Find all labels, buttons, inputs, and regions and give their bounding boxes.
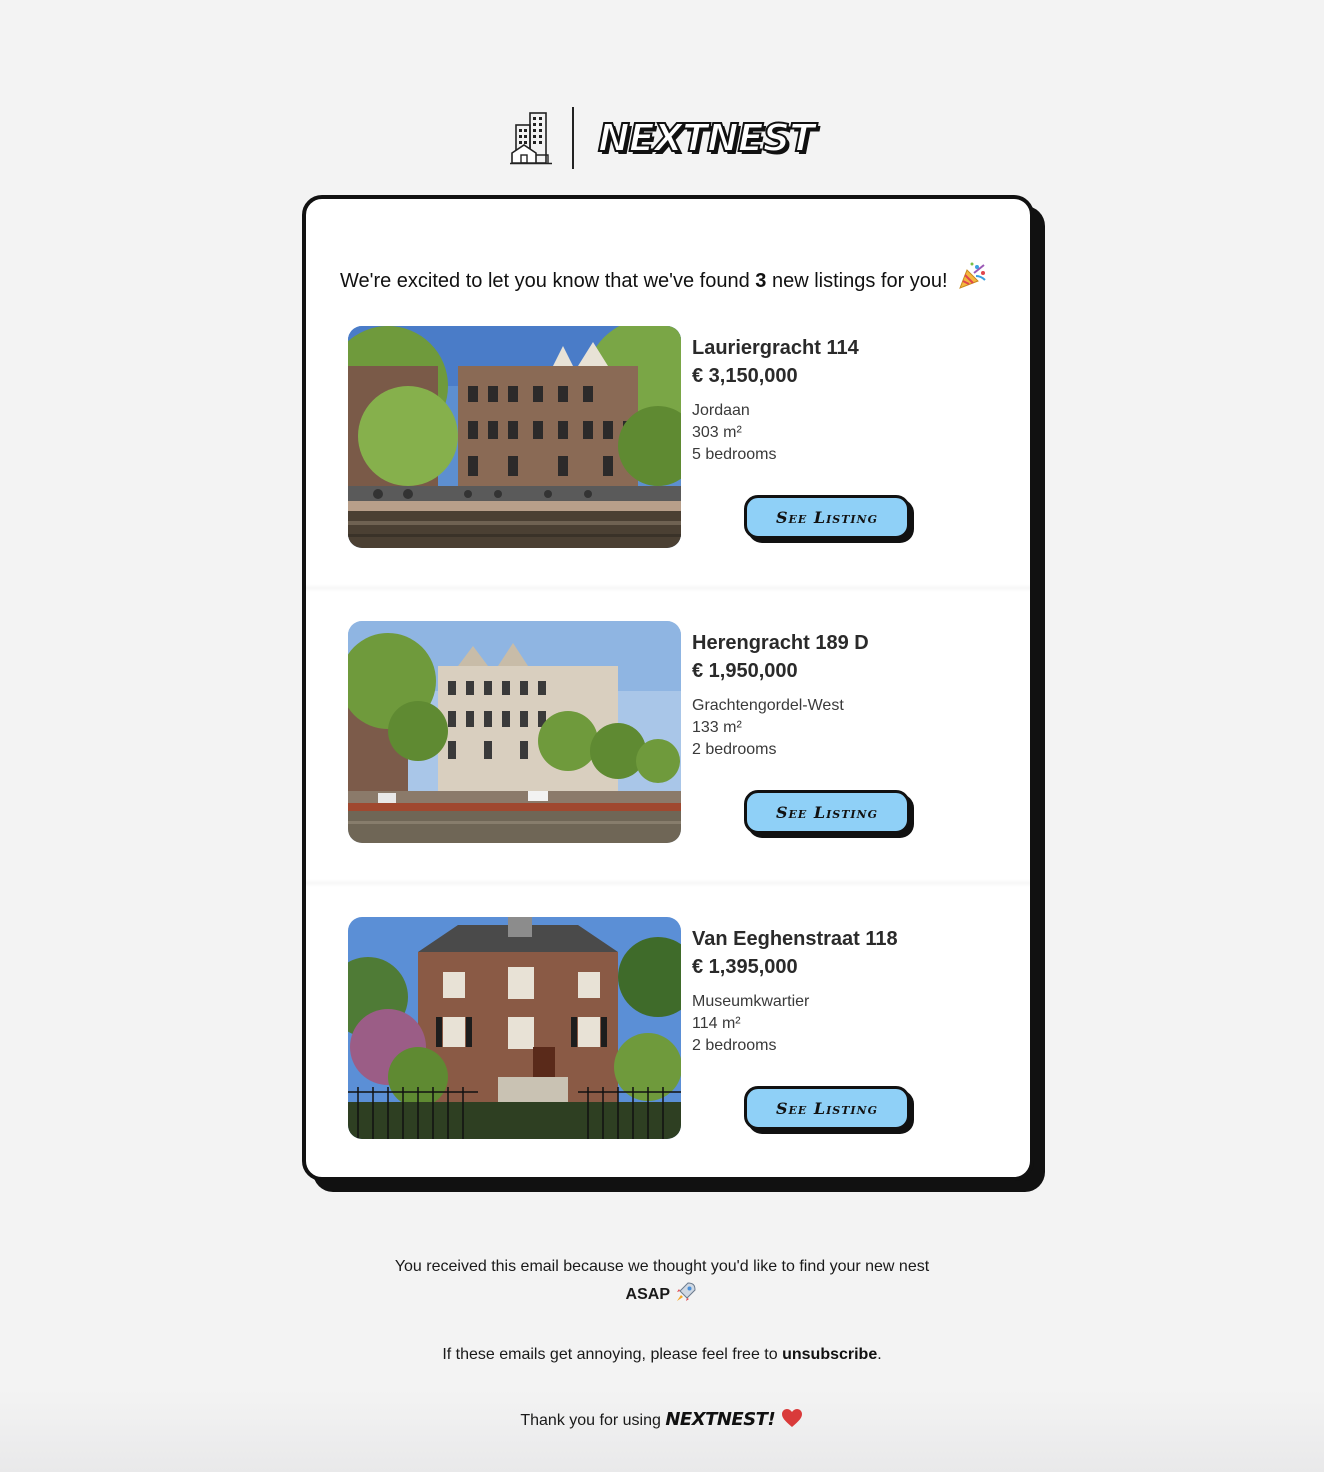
listing-neighborhood: Museumkwartier <box>692 993 810 1010</box>
footer-unsubscribe-line: If these emails get annoying, please fee… <box>0 1346 1324 1364</box>
listing-neighborhood: Grachtengordel-West <box>692 697 844 714</box>
email-header: NEXTNEST <box>0 104 1324 172</box>
intro-text: We're excited to let you know that we've… <box>340 261 1020 293</box>
listing-photo[interactable] <box>348 917 681 1139</box>
footer-brand: NEXTNEST! <box>665 1409 776 1430</box>
listing-photo[interactable] <box>348 326 681 548</box>
listing-address: Herengracht 189 D <box>692 632 869 654</box>
listing-price: € 3,150,000 <box>692 365 798 387</box>
heart-icon <box>781 1409 802 1427</box>
party-popper-icon <box>959 262 986 289</box>
footer-asap: ASAP <box>625 1286 670 1303</box>
see-listing-button-wrap: See Listing <box>744 1086 914 1134</box>
see-listing-button[interactable]: See Listing <box>744 495 910 539</box>
email-page: NEXTNEST We're excited to let you know t… <box>0 0 1324 1472</box>
listing-neighborhood: Jordaan <box>692 402 750 419</box>
see-listing-button-wrap: See Listing <box>744 495 914 543</box>
listing-card: Lauriergracht 114 € 3,150,000 Jordaan 30… <box>348 326 988 548</box>
listing-area: 114 m² <box>692 1015 741 1032</box>
footer-received-text: You received this email because we thoug… <box>394 1258 930 1275</box>
listing-divider <box>306 584 1030 592</box>
listing-info: Van Eeghenstraat 118 € 1,395,000 Museumk… <box>692 927 982 1057</box>
brand-logo: NEXTNEST <box>597 116 816 160</box>
listing-meta: Jordaan 303 m² 5 bedrooms <box>692 400 982 466</box>
listing-price: € 1,950,000 <box>692 660 798 682</box>
listing-bedrooms: 2 bedrooms <box>692 741 777 758</box>
rocket-icon <box>677 1282 696 1301</box>
footer-annoying-suffix: . <box>877 1346 882 1363</box>
listing-meta: Museumkwartier 114 m² 2 bedrooms <box>692 991 982 1057</box>
see-listing-button[interactable]: See Listing <box>744 1086 910 1130</box>
listing-area: 133 m² <box>692 719 742 736</box>
listing-divider <box>306 879 1030 887</box>
footer-asap-line: ASAP <box>0 1280 1324 1304</box>
unsubscribe-link[interactable]: unsubscribe <box>782 1346 877 1363</box>
footer-received: You received this email because we thoug… <box>0 1258 1324 1304</box>
intro-suffix: new listings for you! <box>771 270 948 292</box>
listing-card: Herengracht 189 D € 1,950,000 Grachtengo… <box>348 621 988 843</box>
listing-bedrooms: 2 bedrooms <box>692 1037 777 1054</box>
listing-info: Lauriergracht 114 € 3,150,000 Jordaan 30… <box>692 336 982 466</box>
listing-address: Van Eeghenstraat 118 <box>692 928 898 950</box>
listing-meta: Grachtengordel-West 133 m² 2 bedrooms <box>692 695 982 761</box>
footer-thanks-line: Thank you for using NEXTNEST! <box>0 1406 1324 1430</box>
bottom-fade <box>0 1390 1324 1472</box>
listing-card: Van Eeghenstraat 118 € 1,395,000 Museumk… <box>348 917 988 1139</box>
footer-annoying-prefix: If these emails get annoying, please fee… <box>442 1346 778 1363</box>
see-listing-button-wrap: See Listing <box>744 790 914 838</box>
listings-card: We're excited to let you know that we've… <box>302 195 1034 1181</box>
listing-price: € 1,395,000 <box>692 956 798 978</box>
listing-address: Lauriergracht 114 <box>692 337 859 359</box>
building-icon <box>509 112 552 165</box>
intro-prefix: We're excited to let you know that we've… <box>340 270 750 292</box>
see-listing-button[interactable]: See Listing <box>744 790 910 834</box>
listing-bedrooms: 5 bedrooms <box>692 446 777 463</box>
listing-area: 303 m² <box>692 424 742 441</box>
listing-photo[interactable] <box>348 621 681 843</box>
footer-thanks-prefix: Thank you for using <box>520 1412 661 1429</box>
listing-count: 3 <box>755 270 767 292</box>
listing-info: Herengracht 189 D € 1,950,000 Grachtengo… <box>692 631 982 761</box>
header-divider <box>571 107 574 169</box>
